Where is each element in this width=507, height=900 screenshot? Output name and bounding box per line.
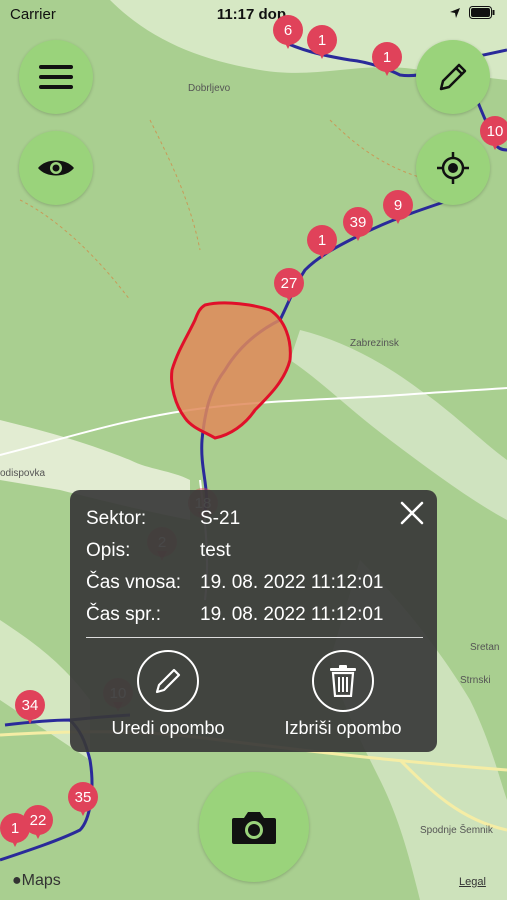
status-icons xyxy=(449,6,495,19)
edit-circle[interactable] xyxy=(137,650,199,712)
marker[interactable]: 34 xyxy=(15,690,45,728)
camera-button[interactable] xyxy=(199,772,309,882)
note-popup: Sektor: S-21 Opis: test Čas vnosa: 19. 0… xyxy=(70,490,437,752)
pencil-icon xyxy=(155,668,181,694)
map-label: Zabrezinsk xyxy=(350,338,399,349)
map-label: Strnski xyxy=(460,675,491,686)
marker[interactable]: 9 xyxy=(383,190,413,228)
locate-icon xyxy=(437,152,469,184)
pencil-icon xyxy=(439,63,467,91)
sector-value: S-21 xyxy=(200,508,241,529)
map-label: Sretan xyxy=(470,642,500,653)
sector-label: Sektor: xyxy=(86,508,147,529)
delete-circle[interactable] xyxy=(312,650,374,712)
description-label: Opis: xyxy=(86,540,131,561)
marker[interactable]: 1 xyxy=(372,42,402,80)
edit-note-button[interactable]: Uredi opombo xyxy=(83,650,253,739)
marker[interactable]: 39 xyxy=(343,207,373,245)
divider xyxy=(86,637,423,638)
marker[interactable]: 27 xyxy=(274,268,304,306)
modified-time-value: 19. 08. 2022 11:12:01 xyxy=(200,604,384,625)
eye-icon xyxy=(38,160,74,176)
menu-button[interactable] xyxy=(19,40,93,114)
legal-link[interactable]: Legal xyxy=(459,876,486,888)
close-icon[interactable] xyxy=(399,500,425,526)
delete-note-button[interactable]: Izbriši opombo xyxy=(258,650,428,739)
clock: 11:17 dop. xyxy=(216,6,291,23)
marker[interactable]: 1 xyxy=(0,813,30,851)
location-arrow-icon xyxy=(450,7,460,18)
map-label: Spodnje Šemnik xyxy=(420,825,493,836)
description-value: test xyxy=(200,540,231,561)
menu-icon xyxy=(39,65,73,89)
marker[interactable]: 35 xyxy=(68,782,98,820)
maps-attribution: ●Maps xyxy=(12,872,61,890)
draw-button[interactable] xyxy=(416,40,490,114)
trash-icon xyxy=(330,665,356,697)
camera-icon xyxy=(232,812,276,844)
marker[interactable]: 1 xyxy=(307,225,337,263)
edit-note-label[interactable]: Uredi opombo xyxy=(83,718,253,739)
map-label: Dobrljevo xyxy=(188,83,231,94)
maps-label: Maps xyxy=(21,872,61,889)
status-bar: Carrier 11:17 dop. xyxy=(0,0,507,30)
delete-note-label[interactable]: Izbriši opombo xyxy=(258,718,428,739)
map-label: odispovka xyxy=(0,468,46,479)
battery-icon xyxy=(469,6,495,19)
locate-button[interactable] xyxy=(416,131,490,205)
map[interactable] xyxy=(0,0,507,900)
entry-time-label: Čas vnosa: xyxy=(86,572,182,593)
marker[interactable]: 1 xyxy=(307,25,337,63)
apple-logo-icon: ● xyxy=(12,872,22,889)
visibility-button[interactable] xyxy=(19,131,93,205)
modified-time-label: Čas spr.: xyxy=(86,604,161,625)
marker[interactable]: 6 xyxy=(273,15,303,53)
entry-time-value: 19. 08. 2022 11:12:01 xyxy=(200,572,384,593)
